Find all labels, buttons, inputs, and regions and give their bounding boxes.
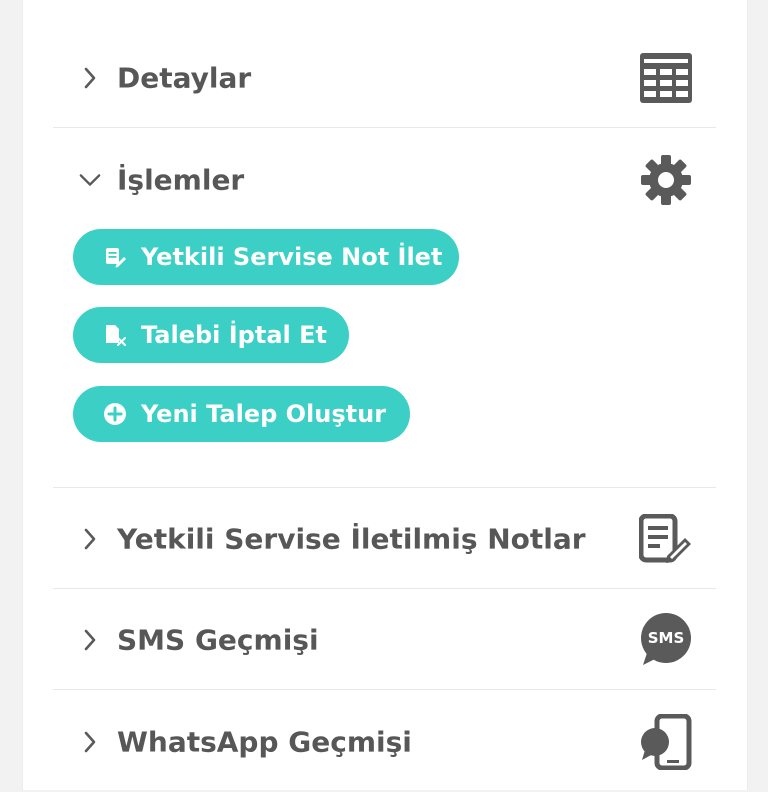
- button-label: Yetkili Servise Not İlet: [141, 243, 443, 271]
- divider: [53, 588, 716, 589]
- divider: [53, 689, 716, 690]
- chevron-right-icon: [79, 528, 101, 550]
- sms-badge-text: SMS: [647, 629, 685, 647]
- chevron-right-icon: [79, 731, 101, 753]
- section-detaylar[interactable]: Detaylar: [53, 28, 716, 128]
- note-edit-icon: [638, 511, 694, 567]
- cancel-request-button[interactable]: Talebi İptal Et: [73, 307, 349, 363]
- plus-circle-icon: [103, 401, 127, 427]
- table-icon: [638, 50, 694, 106]
- file-cancel-icon: [103, 322, 127, 348]
- section-label: Yetkili Servise İletilmiş Notlar: [117, 522, 586, 556]
- divider: [53, 127, 716, 128]
- chevron-down-icon: [79, 169, 101, 191]
- chevron-right-icon: [79, 67, 101, 89]
- note-edit-icon: [103, 244, 127, 270]
- gear-icon: [638, 152, 694, 208]
- chevron-right-icon: [79, 629, 101, 651]
- section-sms[interactable]: SMS Geçmişi SMS: [53, 590, 716, 690]
- section-label: Detaylar: [117, 61, 252, 95]
- section-label: SMS Geçmişi: [117, 623, 319, 657]
- sms-icon: SMS: [638, 612, 694, 668]
- section-label: WhatsApp Geçmişi: [117, 725, 412, 759]
- section-label: İşlemler: [117, 163, 245, 197]
- section-notlar[interactable]: Yetkili Servise İletilmiş Notlar: [53, 489, 716, 589]
- new-request-button[interactable]: Yeni Talep Oluştur: [73, 386, 410, 442]
- button-label: Yeni Talep Oluştur: [141, 400, 387, 428]
- section-whatsapp[interactable]: WhatsApp Geçmişi: [53, 692, 716, 792]
- phone-chat-icon: [638, 714, 694, 770]
- button-label: Talebi İptal Et: [141, 321, 327, 349]
- section-islemler[interactable]: İşlemler: [53, 130, 716, 230]
- send-note-button[interactable]: Yetkili Servise Not İlet: [73, 229, 459, 285]
- divider: [53, 487, 716, 488]
